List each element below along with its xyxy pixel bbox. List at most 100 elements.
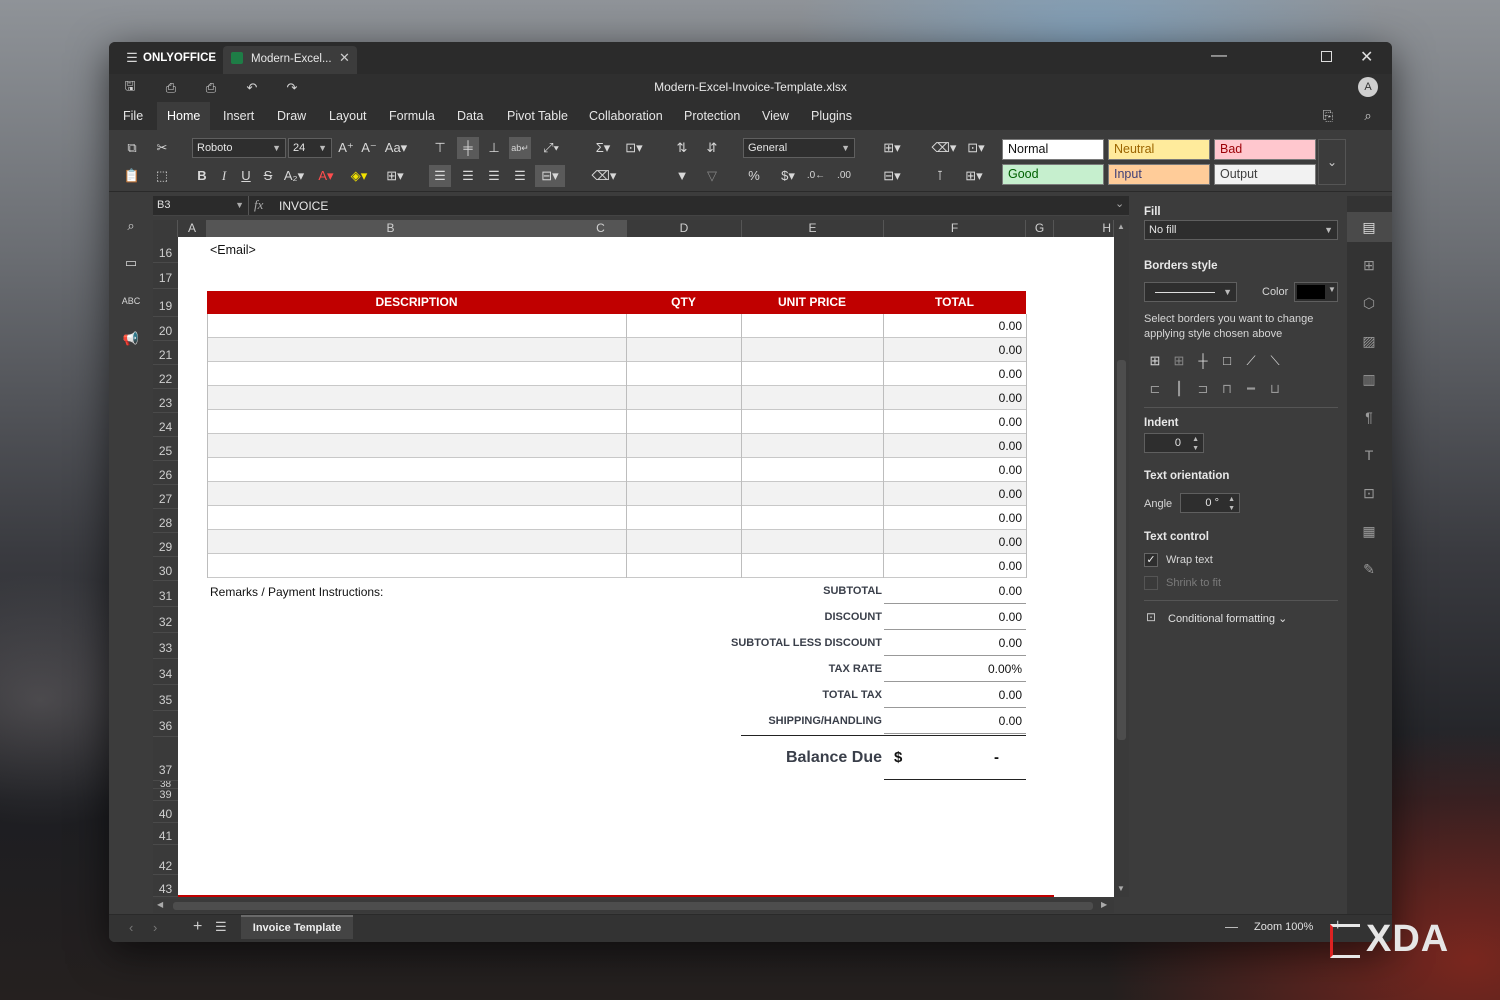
hscroll-thumb[interactable] bbox=[173, 902, 1093, 910]
feedback-icon[interactable]: 📢 bbox=[120, 328, 142, 350]
stepper-icon[interactable]: ▲ ▼ bbox=[1228, 495, 1235, 513]
remove-filter-icon[interactable]: ▽ bbox=[701, 165, 723, 187]
column-header[interactable]: A bbox=[178, 220, 207, 237]
find-icon[interactable]: ⌕ bbox=[120, 215, 142, 237]
insert-cells-icon[interactable]: ⊞▾ bbox=[877, 137, 907, 159]
tab-pivot-table[interactable]: Pivot Table bbox=[497, 102, 578, 130]
row-header[interactable]: 39 bbox=[153, 789, 178, 801]
row-header[interactable]: 17 bbox=[153, 263, 178, 289]
left-border-icon[interactable]: ⊏ bbox=[1144, 378, 1166, 400]
inner-horizontal-icon[interactable]: ━ bbox=[1240, 378, 1262, 400]
underline-icon[interactable]: U bbox=[235, 165, 257, 187]
chart-settings-icon[interactable]: ▥ bbox=[1358, 368, 1380, 390]
table-row[interactable]: 0.00 bbox=[207, 530, 1026, 554]
table-row[interactable]: 0.00 bbox=[207, 338, 1026, 362]
zoom-level[interactable]: Zoom 100% bbox=[1254, 921, 1313, 933]
row-header[interactable]: 21 bbox=[153, 341, 178, 365]
row-header[interactable]: 19 bbox=[153, 289, 178, 317]
user-avatar[interactable]: A bbox=[1358, 77, 1378, 97]
align-top-icon[interactable]: ⊤ bbox=[429, 137, 451, 159]
wrap-text-icon[interactable]: ab↵ bbox=[509, 137, 531, 159]
fill-select[interactable]: No fill ▼ bbox=[1144, 220, 1338, 240]
align-bottom-icon[interactable]: ⊥ bbox=[483, 137, 505, 159]
worksheet[interactable]: <Email> DESCRIPTION QTY UNIT PRICE TOTAL… bbox=[178, 237, 1114, 897]
orientation-icon[interactable]: ⤢▾ bbox=[537, 137, 565, 159]
row-header[interactable]: 41 bbox=[153, 823, 178, 845]
image-settings-icon[interactable]: ▨ bbox=[1358, 330, 1380, 352]
strikethrough-icon[interactable]: S bbox=[257, 165, 279, 187]
style-bad[interactable]: Bad bbox=[1214, 139, 1316, 160]
copy-icon[interactable]: ⧉ bbox=[121, 137, 143, 159]
styles-expand-icon[interactable]: ⌄ bbox=[1318, 139, 1346, 185]
table-row[interactable]: 0.00 bbox=[207, 362, 1026, 386]
tab-home[interactable]: Home bbox=[157, 102, 211, 130]
select-all-icon[interactable]: ⬚ bbox=[151, 165, 173, 187]
fill-color-icon[interactable]: ◈▾ bbox=[345, 165, 373, 187]
column-header[interactable]: C bbox=[575, 220, 627, 237]
text-art-icon[interactable]: T bbox=[1358, 444, 1380, 466]
open-file-location-icon[interactable]: ⎘ bbox=[1317, 105, 1339, 127]
align-right-icon[interactable]: ☰ bbox=[483, 165, 505, 187]
table-row[interactable]: 0.00 bbox=[207, 482, 1026, 506]
align-center-icon[interactable]: ☰ bbox=[457, 165, 479, 187]
table-row[interactable]: 0.00 bbox=[207, 554, 1026, 578]
slicer-settings-icon[interactable]: ▦ bbox=[1358, 520, 1380, 542]
table-row[interactable]: 0.00 bbox=[207, 458, 1026, 482]
autosum-icon[interactable]: Σ▾ bbox=[589, 137, 617, 159]
name-box[interactable]: B3 ▼ bbox=[153, 196, 249, 215]
table-settings-icon[interactable]: ⊞ bbox=[1358, 254, 1380, 276]
tab-formula[interactable]: Formula bbox=[379, 102, 445, 130]
style-good[interactable]: Good bbox=[1002, 164, 1104, 185]
row-header[interactable]: 36 bbox=[153, 711, 178, 737]
close-window-icon[interactable]: ✕ bbox=[1360, 47, 1373, 67]
row-header[interactable]: 29 bbox=[153, 533, 178, 557]
table-row[interactable]: 0.00 bbox=[207, 314, 1026, 338]
row-header[interactable]: 37 bbox=[153, 737, 178, 781]
column-header[interactable]: D bbox=[627, 220, 742, 237]
top-border-icon[interactable]: ⊓ bbox=[1216, 378, 1238, 400]
conditional-format-icon[interactable]: ⊡▾ bbox=[961, 137, 991, 159]
tab-insert[interactable]: Insert bbox=[213, 102, 264, 130]
clear-icon[interactable]: ⌫▾ bbox=[589, 165, 619, 187]
all-borders-icon[interactable]: ⊞ bbox=[1144, 350, 1166, 372]
email-cell[interactable]: <Email> bbox=[210, 243, 256, 257]
delete-cells-icon[interactable]: ⊟▾ bbox=[877, 165, 907, 187]
pivot-settings-icon[interactable]: ⊡ bbox=[1358, 482, 1380, 504]
outer-borders-icon[interactable]: □ bbox=[1216, 350, 1238, 372]
line-total-cell[interactable]: 0.00 bbox=[999, 487, 1022, 501]
sort-descending-icon[interactable]: ⇵ bbox=[701, 137, 723, 159]
column-header[interactable]: E bbox=[742, 220, 884, 237]
formula-input[interactable]: INVOICE bbox=[279, 199, 328, 213]
conditional-formatting-button[interactable]: Conditional formatting ⌄ bbox=[1168, 612, 1287, 625]
diagonal-up-icon[interactable]: ⟋ bbox=[1240, 350, 1262, 372]
borders-icon[interactable]: ⊞▾ bbox=[381, 165, 409, 187]
row-header[interactable]: 28 bbox=[153, 509, 178, 533]
percent-icon[interactable]: % bbox=[743, 165, 765, 187]
row-header[interactable]: 25 bbox=[153, 437, 178, 461]
style-input[interactable]: Input bbox=[1108, 164, 1210, 185]
decrease-font-icon[interactable]: A⁻ bbox=[358, 137, 380, 159]
table-row[interactable]: 0.00 bbox=[207, 434, 1026, 458]
signature-icon[interactable]: ✎ bbox=[1358, 558, 1380, 580]
sheet-list-icon[interactable]: ☰ bbox=[215, 919, 227, 935]
column-header[interactable]: B bbox=[207, 220, 575, 237]
table-row[interactable]: 0.00 bbox=[207, 386, 1026, 410]
filter-icon[interactable]: ▼ bbox=[671, 165, 693, 187]
row-header[interactable]: 43 bbox=[153, 875, 178, 897]
diagonal-down-icon[interactable]: ⟍ bbox=[1264, 350, 1286, 372]
minimize-icon[interactable]: — bbox=[1211, 47, 1227, 65]
maximize-icon[interactable] bbox=[1321, 51, 1332, 62]
total-tax-value[interactable]: 0.00 bbox=[884, 682, 1026, 708]
function-icon[interactable]: fx bbox=[254, 197, 263, 213]
wrap-text-checkbox[interactable]: ✓ bbox=[1144, 553, 1158, 567]
row-header[interactable]: 32 bbox=[153, 607, 178, 633]
shrink-to-fit-checkbox[interactable] bbox=[1144, 576, 1158, 590]
table-row[interactable]: 0.00 bbox=[207, 410, 1026, 434]
row-header[interactable]: 34 bbox=[153, 659, 178, 685]
bold-icon[interactable]: B bbox=[191, 165, 213, 187]
shape-settings-icon[interactable]: ⬡ bbox=[1358, 292, 1380, 314]
scroll-thumb[interactable] bbox=[1117, 360, 1126, 740]
balance-due-value[interactable]: - bbox=[994, 749, 999, 766]
table-row[interactable]: 0.00 bbox=[207, 506, 1026, 530]
tab-collaboration[interactable]: Collaboration bbox=[579, 102, 673, 130]
